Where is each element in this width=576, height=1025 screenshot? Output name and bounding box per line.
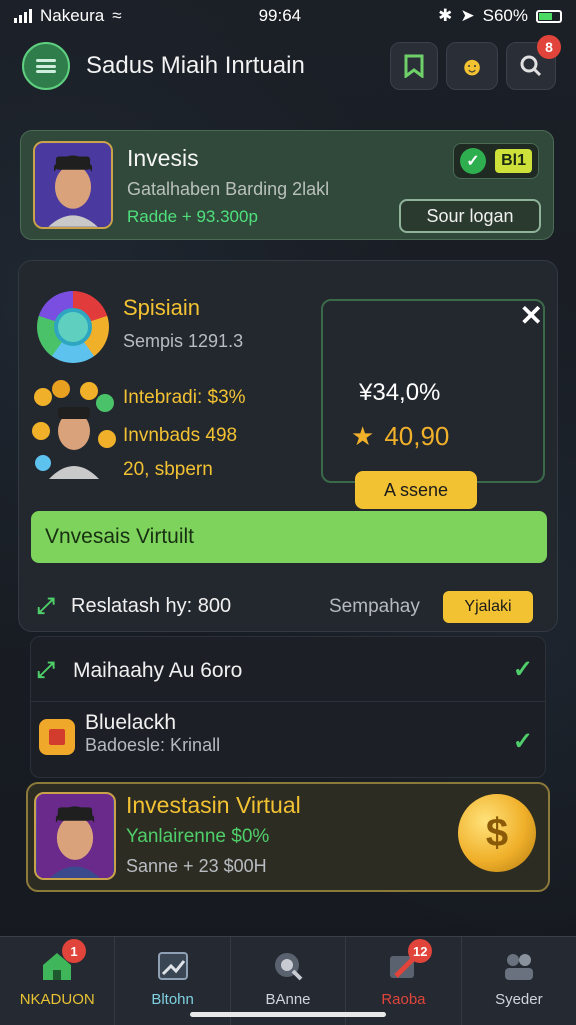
list-item[interactable]: ⤢ Maihaahy Au 6oro ✓ <box>31 639 545 699</box>
battery-percent: S60% <box>482 6 528 25</box>
level-badge: Bl1 <box>495 149 532 173</box>
search-icon <box>268 947 308 985</box>
search-button[interactable]: 8 <box>506 35 561 90</box>
nav-label: Syeder <box>495 991 543 1008</box>
info-row-meta: Sempahay <box>329 596 420 617</box>
level-toggle[interactable]: ✓ Bl1 <box>453 143 539 179</box>
check-icon: ✓ <box>512 656 533 683</box>
status-bar: Nakeura ≈ 99:64 ✱ ➤ S60% <box>0 0 576 32</box>
nav-label: BAnne <box>265 991 311 1008</box>
carrier-name: Nakeura <box>40 6 105 25</box>
access-button[interactable]: A ssene <box>355 471 477 509</box>
virtual-invest-card[interactable]: Investasin Virtual Yanlairenne $0% Sanne… <box>26 782 550 892</box>
summary-box: ¥34,0% ★ 40,90 A ssene <box>321 299 545 509</box>
wifi-icon: ≈ <box>112 6 122 25</box>
dollar-coin-icon: $ <box>458 794 536 872</box>
bluetooth-icon: ✱ <box>438 6 453 25</box>
profile-button[interactable]: ☻ <box>446 42 498 90</box>
login-button[interactable]: Sour logan <box>399 199 541 233</box>
stat-interest: Intebradi: $3% <box>123 387 246 408</box>
invest-card[interactable]: Invesis Gatalhaben Barding 2lakl Radde +… <box>20 130 554 240</box>
virtual-invest-bar[interactable]: Vnvesais Virtuilt <box>31 511 547 563</box>
notification-badge: 8 <box>537 35 561 59</box>
list-item-title: Maihaahy Au 6oro <box>73 659 243 682</box>
nav-syeder[interactable]: Syeder <box>462 937 576 1025</box>
list-item[interactable]: Bluelackh Badoesle: Krinall ✓ <box>31 703 545 777</box>
nav-badge: 1 <box>62 939 86 963</box>
check-icon: ✓ <box>460 148 486 174</box>
page-title: Sadus Miaih Inrtuain <box>86 52 305 79</box>
avatar <box>33 141 113 229</box>
avatar-icon: ☻ <box>458 50 486 81</box>
avatar <box>34 792 116 880</box>
person-icon <box>36 794 114 878</box>
check-icon: ✓ <box>512 728 533 755</box>
nav-label: Raoba <box>381 991 426 1008</box>
coin-pile-avatar <box>31 379 117 479</box>
task-list: ⤢ Maihaahy Au 6oro ✓ Bluelackh Badoesle:… <box>30 636 546 778</box>
token-wheel-icon <box>37 291 109 363</box>
virtual-card-amount: Sanne + 23 $00H <box>126 856 267 876</box>
info-row: ⤢ Reslatash hy: 800 Sempahay Yjalaki <box>19 581 559 633</box>
info-row-tag-button[interactable]: Yjalaki <box>443 591 533 623</box>
hamburger-icon <box>36 59 56 73</box>
chart-icon <box>153 947 193 985</box>
users-icon <box>499 947 539 985</box>
expand-icon: ⤢ <box>37 593 55 618</box>
location-icon: ➤ <box>460 6 475 25</box>
home-indicator[interactable] <box>190 1012 386 1017</box>
signal-icon <box>14 9 32 23</box>
gift-icon <box>39 719 75 755</box>
divider <box>31 701 545 702</box>
nav-label: NKADUON <box>19 991 95 1008</box>
battery-icon <box>536 9 562 23</box>
invest-subtitle: Gatalhaben Barding 2lakl <box>127 179 330 199</box>
bookmark-icon <box>404 54 424 78</box>
list-item-subtitle: Badoesle: Krinall <box>85 735 221 755</box>
close-icon[interactable]: ✕ <box>520 299 543 332</box>
virtual-card-title: Investasin Virtual <box>126 792 301 818</box>
invest-amount: Radde + 93.300p <box>127 207 258 226</box>
nav-badge: 12 <box>408 939 433 963</box>
bookmark-button[interactable] <box>390 42 438 90</box>
nav-home[interactable]: NKADUON 1 <box>0 937 116 1025</box>
star-icon: ★ <box>351 421 375 451</box>
nav-label: Bltohn <box>151 991 194 1008</box>
stat-period: 20, sbpern <box>123 459 213 480</box>
info-row-label: Reslatash hy: 800 <box>71 595 232 617</box>
invest-title: Invesis <box>127 145 199 171</box>
app-header: Sadus Miaih Inrtuain ☻ 8 <box>0 35 576 92</box>
person-icon <box>35 143 111 227</box>
panel-title: Spisiain <box>123 295 201 320</box>
main-panel: Spisiain Sempis 1291.3 Intebradi: $3% In… <box>18 260 558 632</box>
search-icon <box>520 55 542 77</box>
stat-invested: Invnbads 498 <box>123 425 238 446</box>
list-item-title: Bluelackh <box>85 711 177 734</box>
panel-subtitle: Sempis 1291.3 <box>123 331 244 351</box>
star-value: 40,90 <box>384 421 450 451</box>
coins-person-icon <box>32 380 116 479</box>
virtual-card-subtitle: Yanlairenne $0% <box>126 826 270 847</box>
status-time: 99:64 <box>258 6 302 25</box>
menu-button[interactable] <box>22 42 70 90</box>
summary-percent: ¥34,0% <box>359 379 441 406</box>
expand-icon: ⤢ <box>37 657 55 682</box>
